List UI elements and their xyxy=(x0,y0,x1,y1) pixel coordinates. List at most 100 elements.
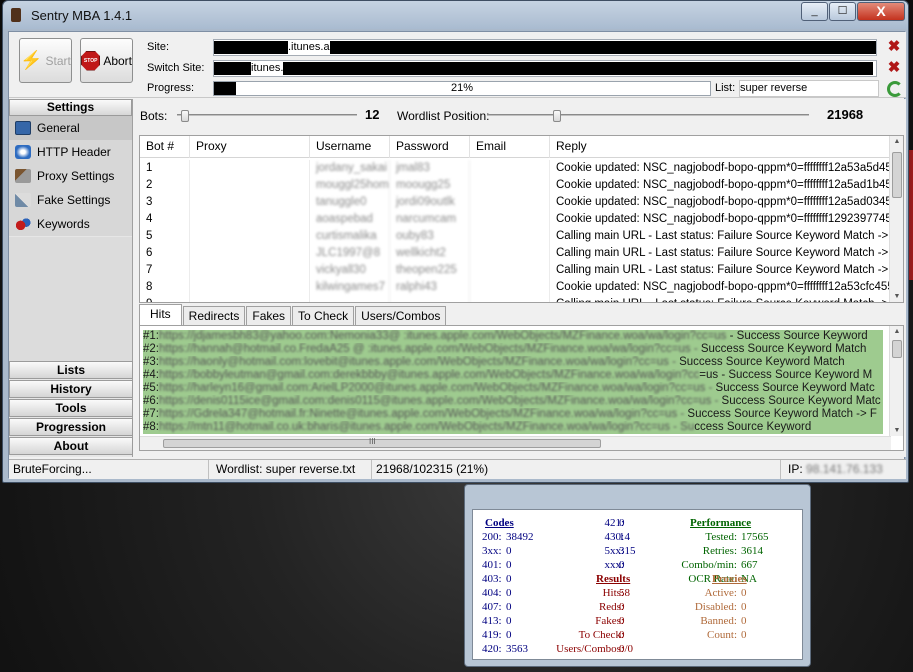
sidebar-item-fake-settings[interactable]: Fake Settings xyxy=(9,188,132,212)
close-button[interactable]: X xyxy=(857,2,905,21)
sidebar-section-history[interactable]: History xyxy=(9,380,133,398)
hits-vertical-scrollbar[interactable]: ▲ ▼ xyxy=(889,326,903,436)
hits-scroll-thumb[interactable] xyxy=(892,340,902,358)
refresh-icon[interactable] xyxy=(887,81,903,97)
sidebar-section-about[interactable]: About xyxy=(9,437,133,455)
sidebar-item-http-header[interactable]: HTTP Header xyxy=(9,140,132,164)
wordlist-position-slider[interactable] xyxy=(487,110,809,122)
tab-redirects[interactable]: Redirects xyxy=(182,306,246,325)
bots-slider-thumb[interactable] xyxy=(181,110,189,122)
abort-label: Abort xyxy=(103,53,132,68)
maximize-button[interactable]: ☐ xyxy=(829,2,856,21)
list-item[interactable]: #6:https://denis0115ice@gmail.com:denis0… xyxy=(143,395,883,408)
bots-slider[interactable] xyxy=(177,110,357,122)
table-row[interactable]: 8 kilwingames7 ralphi43 Cookie updated: NSC… xyxy=(140,279,891,296)
list-item[interactable]: #5:https://harleyn16@gmail.com:ArielLP20… xyxy=(143,382,883,395)
switch-site-field[interactable]: itunes. xyxy=(213,60,877,77)
sidebar-section-tools[interactable]: Tools xyxy=(9,399,133,417)
cell-reply: Cookie updated: NSC_nagjobodf-bopo-qppm*… xyxy=(556,196,891,208)
cell-bot: 3 xyxy=(140,194,190,211)
list-item[interactable]: #4:https://bobbyleutman@gmail.com:derekb… xyxy=(143,369,883,382)
cell-reply: Calling main URL - Last status: Failure … xyxy=(556,264,891,276)
list-item[interactable]: #3:https://haonly@hotmail.com:lovebit@it… xyxy=(143,356,883,369)
hit-status: Success Source Keyword Match xyxy=(697,343,867,355)
tab-to-check[interactable]: To Check xyxy=(292,306,355,325)
column-header-password[interactable]: Password xyxy=(390,136,470,158)
bots-grid[interactable]: Bot # Proxy Username Password Email Repl… xyxy=(139,135,904,303)
code-value: 0 xyxy=(506,587,512,599)
status-state: BruteForcing... xyxy=(9,460,209,479)
status-ip: IP: 98.141.76.133 xyxy=(784,460,904,479)
cell-password: jmal83 xyxy=(390,160,470,177)
wordlist-position-thumb[interactable] xyxy=(553,110,561,122)
cell-bot: 5 xyxy=(140,228,190,245)
sidebar-section-progression[interactable]: Progression xyxy=(9,418,133,436)
tab-users-combos[interactable]: Users/Combos xyxy=(355,306,447,325)
code-value: 0 xyxy=(506,559,512,571)
hit-url: https://hannah@hotmail.co.FredaA25 @ :it… xyxy=(159,343,698,355)
hit-url: https://mtn11@hotmail.co.uk:bharis@itune… xyxy=(159,421,695,433)
column-header-reply[interactable]: Reply xyxy=(550,136,891,158)
cell-email xyxy=(470,279,550,296)
list-field[interactable]: super reverse xyxy=(739,80,879,97)
minimize-button[interactable]: _ xyxy=(801,2,828,21)
abort-button[interactable]: STOP Abort xyxy=(80,38,133,83)
scroll-up-arrow-icon[interactable]: ▲ xyxy=(890,328,903,335)
sidebar-item-proxy-settings[interactable]: Proxy Settings xyxy=(9,164,132,188)
scroll-up-arrow-icon[interactable]: ▲ xyxy=(890,138,903,145)
cell-bot: 9 xyxy=(140,296,190,302)
list-item[interactable]: #1:https://jdjamesbh83@yahoo.com:Nemonia… xyxy=(143,330,883,343)
site-redaction-left xyxy=(214,40,288,54)
cell-username: aoaspebad xyxy=(310,211,390,228)
result-value: 58 xyxy=(619,587,630,599)
clear-site-icon[interactable]: ✖ xyxy=(887,39,901,54)
clear-switch-site-icon[interactable]: ✖ xyxy=(887,60,901,75)
proxy-key: Active: xyxy=(704,587,737,599)
result-key: Users/Combos: xyxy=(556,643,624,655)
sidebar-item-general[interactable]: General xyxy=(9,116,132,140)
code-key: 413: xyxy=(482,615,502,627)
scroll-down-arrow-icon[interactable]: ▼ xyxy=(890,427,903,434)
grid-vertical-scrollbar[interactable]: ▲ ▼ xyxy=(889,136,903,302)
switch-site-redaction-left xyxy=(214,61,251,75)
table-row[interactable]: 4 aoaspebad narcumcam Cookie updated: NSC_n… xyxy=(140,211,891,228)
table-row[interactable]: 7 vickyall30 theopen225 Calling main URL - … xyxy=(140,262,891,279)
table-row[interactable]: 2 mouggl25hom moougg25 Cookie updated: NSC_… xyxy=(140,177,891,194)
table-row[interactable]: 3 tanuggle0 jordi09outlk Cookie updated: NS… xyxy=(140,194,891,211)
hits-hscroll-thumb[interactable]: III xyxy=(163,437,601,448)
tab-fakes[interactable]: Fakes xyxy=(246,306,292,325)
column-header-bot[interactable]: Bot # xyxy=(140,136,190,158)
grid-scroll-thumb[interactable] xyxy=(892,152,902,198)
cell-password: jordi09outlk xyxy=(390,194,470,211)
table-row[interactable]: 9 Calling main URL - Last status: Failure… xyxy=(140,296,891,302)
table-row[interactable]: 5 curtismalika ouby83 Calling main URL - La… xyxy=(140,228,891,245)
wordlist-position-value: 21968 xyxy=(827,107,864,122)
list-item[interactable]: #7:https://Gdrela347@hotmail.fr:Ninette@… xyxy=(143,408,883,421)
title-bar[interactable]: Sentry MBA 1.4.1 _ ☐ X xyxy=(3,1,908,29)
cell-username: JLC1997@8 xyxy=(310,245,390,262)
sidebar-section-lists[interactable]: Lists xyxy=(9,361,133,379)
start-button[interactable]: ⚡ Start xyxy=(19,38,72,83)
stats-window: Codes 200: 38492 3xx: 0 401: 0 403: 0 404: 0 407: 0 4… xyxy=(464,484,811,667)
cell-bot: 2 xyxy=(140,177,190,194)
tab-hits[interactable]: Hits xyxy=(139,304,182,325)
column-header-username[interactable]: Username xyxy=(310,136,390,158)
table-row[interactable]: 6 JLC1997@8 wellkicht2 Calling main URL - L… xyxy=(140,245,891,262)
hits-list[interactable]: #1:https://jdjamesbh83@yahoo.com:Nemonia… xyxy=(139,325,904,451)
table-row[interactable]: 1 jordany_sakai jmal83 Cookie updated: NSC_… xyxy=(140,160,891,177)
scroll-down-arrow-icon[interactable]: ▼ xyxy=(890,293,903,300)
hit-status: =us - Success Source Keyword M xyxy=(699,369,873,381)
sidebar-item-keywords[interactable]: Keywords xyxy=(9,212,132,236)
cell-password: narcumcam xyxy=(390,211,470,228)
column-header-proxy[interactable]: Proxy xyxy=(190,136,310,158)
cell-username: curtismalika xyxy=(310,228,390,245)
code-value: 0 xyxy=(506,545,512,557)
list-item[interactable]: #8:https://mtn11@hotmail.co.uk:bharis@it… xyxy=(143,421,883,434)
list-item[interactable]: #2:https://hannah@hotmail.co.FredaA25 @ … xyxy=(143,343,883,356)
column-header-email[interactable]: Email xyxy=(470,136,550,158)
cell-bot: 8 xyxy=(140,279,190,296)
settings-header[interactable]: Settings xyxy=(9,99,132,116)
site-field[interactable]: .itunes.a xyxy=(213,39,877,56)
sidebar-item-label: Fake Settings xyxy=(37,193,111,207)
hits-horizontal-scrollbar[interactable]: III xyxy=(140,436,891,450)
